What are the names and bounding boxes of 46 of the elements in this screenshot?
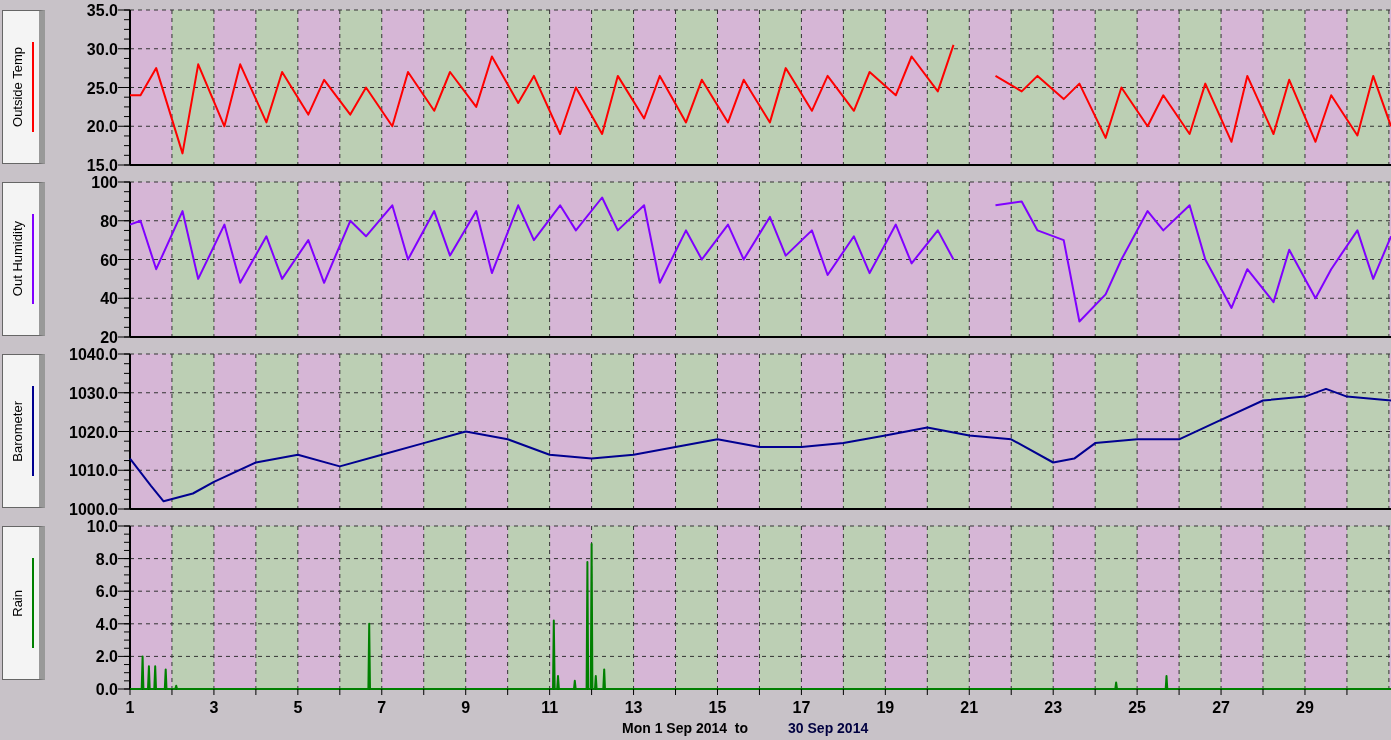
y-axis-label: 60 [100, 251, 118, 269]
legend-label: Out Humidity [9, 221, 27, 297]
x-axis-label: 11 [541, 699, 559, 716]
x-axis-label: 15 [708, 699, 727, 716]
x-axis-label: 17 [792, 699, 811, 716]
x-axis-label: 23 [1044, 699, 1063, 716]
x-axis-label: 13 [624, 699, 643, 716]
legend-label: Rain [9, 589, 27, 617]
y-axis-label: 4.0 [95, 615, 118, 633]
y-axis-label: 1040.0 [69, 346, 118, 363]
x-axis-label: 1 [125, 699, 135, 716]
y-axis-label: 1010.0 [69, 462, 118, 480]
y-axis-label: 10.0 [86, 518, 118, 535]
x-axis-label: 29 [1296, 699, 1314, 716]
date-range-start: Mon 1 Sep 2014 to [622, 718, 749, 738]
y-axis-label: 1020.0 [69, 423, 118, 441]
y-axis-label: 8.0 [95, 550, 118, 568]
y-axis-label: 35.0 [86, 2, 118, 19]
x-axis-label: 3 [209, 699, 219, 716]
legend-label: Outside Temp [9, 47, 27, 127]
y-axis-label: 1030.0 [69, 384, 118, 402]
y-axis-label: 100 [91, 174, 118, 191]
legend-label: Barometer [9, 400, 27, 462]
x-axis-label: 7 [377, 699, 387, 716]
y-axis-label: 2.0 [95, 648, 118, 666]
chart-legend-button[interactable]: Out Humidity [2, 182, 45, 336]
y-axis-label: 1000.0 [69, 501, 118, 516]
x-axis-label: 5 [293, 699, 303, 716]
y-axis-label: 0.0 [95, 681, 118, 698]
y-axis-label: 25.0 [86, 79, 118, 97]
y-axis-label: 6.0 [95, 583, 118, 601]
x-axis-label: 9 [461, 699, 471, 716]
y-axis-label: 40 [100, 290, 118, 308]
y-axis-label: 20 [100, 329, 118, 344]
y-axis-label: 80 [100, 212, 118, 230]
chart-legend-button[interactable]: Rain [2, 526, 45, 680]
chart-legend-button[interactable]: Outside Temp [2, 10, 45, 164]
date-range-end: 30 Sep 2014 [788, 718, 869, 738]
x-axis-label: 21 [960, 699, 979, 716]
y-axis-label: 30.0 [86, 40, 118, 58]
y-axis-label: 15.0 [86, 157, 118, 172]
x-axis-label: 25 [1128, 699, 1146, 716]
chart-legend-button[interactable]: Barometer [2, 354, 45, 508]
x-axis-label: 19 [876, 699, 895, 716]
x-axis-label: 27 [1212, 699, 1230, 716]
y-axis-label: 20.0 [86, 118, 118, 136]
